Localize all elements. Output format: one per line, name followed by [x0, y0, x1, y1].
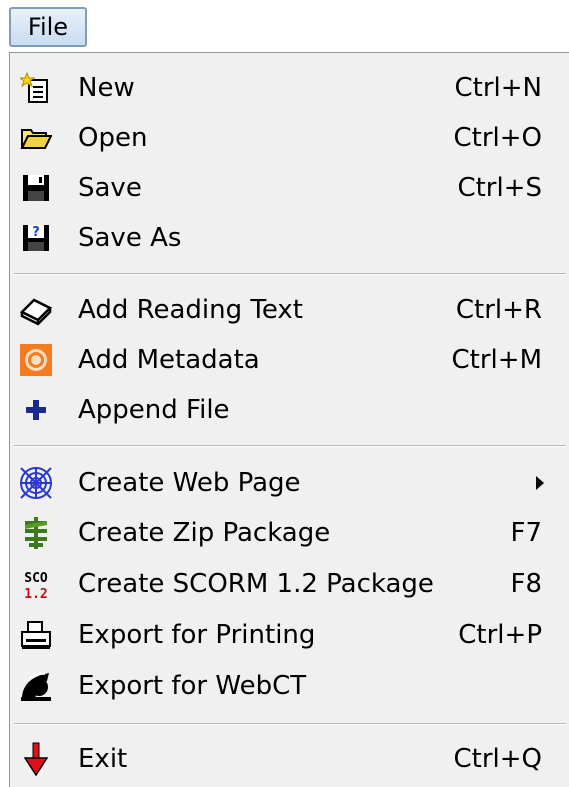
menu-item-new[interactable]: New Ctrl+N: [10, 65, 569, 111]
svg-text:1.2: 1.2: [24, 587, 47, 601]
menu-item-label: Save: [78, 173, 142, 203]
menu-item-label: Export for Printing: [78, 620, 316, 650]
exit-arrow-icon: [18, 741, 54, 777]
menu-bar: File: [0, 0, 569, 50]
menu-item-exit[interactable]: Exit Ctrl+Q: [10, 736, 569, 782]
book-icon: [18, 292, 54, 328]
menu-separator: [14, 723, 566, 725]
menu-item-add-metadata[interactable]: Add Metadata Ctrl+M: [10, 337, 569, 383]
menu-item-export-for-printing[interactable]: Export for Printing Ctrl+P: [10, 612, 569, 658]
menu-item-label: Append File: [78, 395, 230, 425]
menu-item-shortcut: F8: [510, 569, 543, 599]
menu-item-label: Create SCORM 1.2 Package: [78, 569, 434, 599]
floppy-question-icon: ?: [18, 220, 54, 256]
floppy-disk-icon: [18, 170, 54, 206]
svg-text:?: ?: [32, 225, 40, 240]
open-folder-icon: [18, 120, 54, 156]
zip-icon: [18, 515, 54, 551]
menu-item-label: Add Metadata: [78, 345, 260, 375]
menu-item-label: New: [78, 73, 135, 103]
menu-item-open[interactable]: Open Ctrl+O: [10, 115, 569, 161]
printer-icon: [18, 617, 54, 653]
menu-item-label: Open: [78, 123, 148, 153]
submenu-arrow-icon: [536, 476, 544, 490]
menu-item-shortcut: Ctrl+R: [455, 295, 542, 325]
web-icon: [18, 465, 54, 501]
menu-item-create-web-page[interactable]: Create Web Page: [10, 460, 569, 506]
menu-item-save-as[interactable]: ? Save As: [10, 215, 569, 261]
menu-item-shortcut: Ctrl+N: [454, 73, 543, 103]
menu-item-shortcut: F7: [510, 518, 543, 548]
menu-item-shortcut: Ctrl+Q: [453, 744, 542, 774]
svg-text:SCO: SCO: [24, 571, 48, 586]
menu-separator: [14, 273, 566, 275]
plus-icon: [18, 392, 54, 428]
menu-item-label: Exit: [78, 744, 128, 774]
menu-item-export-for-webct[interactable]: Export for WebCT: [10, 663, 569, 709]
menu-item-add-reading-text[interactable]: Add Reading Text Ctrl+R: [10, 287, 569, 333]
menu-item-append-file[interactable]: Append File: [10, 387, 569, 433]
file-menu-button[interactable]: File: [9, 7, 87, 47]
menu-item-shortcut: Ctrl+O: [453, 123, 542, 153]
menu-item-label: Export for WebCT: [78, 671, 307, 701]
menu-item-label: Create Web Page: [78, 468, 301, 498]
menu-item-label: Create Zip Package: [78, 518, 331, 548]
menu-item-shortcut: Ctrl+M: [451, 345, 542, 375]
menu-separator: [14, 445, 566, 447]
scorm-icon: SCO 1.2: [18, 566, 54, 602]
menu-item-label: Save As: [78, 223, 182, 253]
menu-item-label: Add Reading Text: [78, 295, 303, 325]
menu-item-shortcut: Ctrl+S: [457, 173, 542, 203]
menu-item-create-zip-package[interactable]: Create Zip Package F7: [10, 510, 569, 556]
new-document-icon: [18, 70, 54, 106]
file-dropdown-menu: New Ctrl+N Open Ctrl+O Save Ctrl+S ? Sav…: [9, 52, 569, 787]
menu-item-shortcut: Ctrl+P: [458, 620, 542, 650]
webct-icon: [18, 668, 54, 704]
menu-item-create-scorm-package[interactable]: SCO 1.2 Create SCORM 1.2 Package F8: [10, 561, 569, 607]
menu-item-save[interactable]: Save Ctrl+S: [10, 165, 569, 211]
metadata-icon: [18, 342, 54, 378]
